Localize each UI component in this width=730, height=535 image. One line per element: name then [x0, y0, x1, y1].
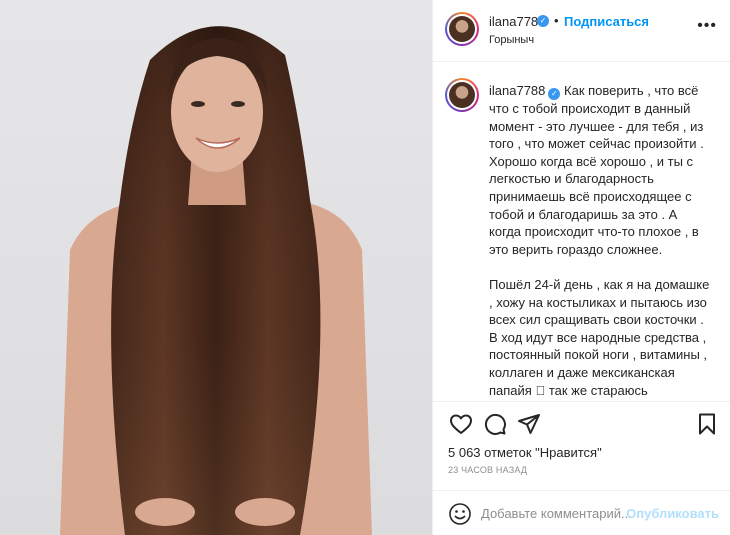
caption-paragraph-1: Как поверить , что всё что с тобой проис… [489, 83, 704, 257]
verified-badge-icon: ✓ [548, 88, 561, 100]
comment-bar: Опубликовать [433, 490, 730, 535]
likes-count[interactable]: 5 063 отметок "Нравится" [448, 445, 602, 460]
post-header: ilana7788 ✓ • Подписаться Горыныч ••• [433, 0, 730, 62]
caption-paragraph-2: Пошёл 24-й день , как я на домашке , хож… [489, 276, 710, 401]
caption-scroll-area[interactable]: ilana7788 ✓ Как поверить , что всё что с … [433, 62, 730, 402]
caption-author-avatar[interactable] [445, 78, 479, 112]
share-icon[interactable] [517, 412, 541, 441]
post-actions-bar [433, 407, 730, 441]
author-avatar[interactable] [445, 12, 479, 46]
publish-button[interactable]: Опубликовать [626, 506, 719, 521]
post-side-panel: ilana7788 ✓ • Подписаться Горыныч ••• il… [432, 0, 730, 535]
post-photo [0, 0, 432, 535]
bookmark-icon[interactable] [695, 412, 719, 441]
separator-dot: • [554, 13, 559, 28]
emoji-icon[interactable] [448, 502, 472, 531]
comment-icon[interactable] [483, 412, 507, 441]
more-horizontal-icon[interactable]: ••• [697, 17, 717, 35]
heart-icon[interactable] [449, 412, 473, 441]
verified-badge-icon: ✓ [537, 15, 549, 27]
post-timestamp[interactable]: 23 ЧАСОВ НАЗАД [448, 465, 527, 475]
comment-input[interactable] [481, 503, 631, 523]
post-photo-illustration [60, 26, 372, 535]
follow-button[interactable]: Подписаться [564, 14, 649, 29]
post-caption: ilana7788 ✓ Как поверить , что всё что с … [489, 82, 711, 401]
post-location[interactable]: Горыныч [489, 34, 534, 46]
caption-username[interactable]: ilana7788 [489, 83, 545, 98]
